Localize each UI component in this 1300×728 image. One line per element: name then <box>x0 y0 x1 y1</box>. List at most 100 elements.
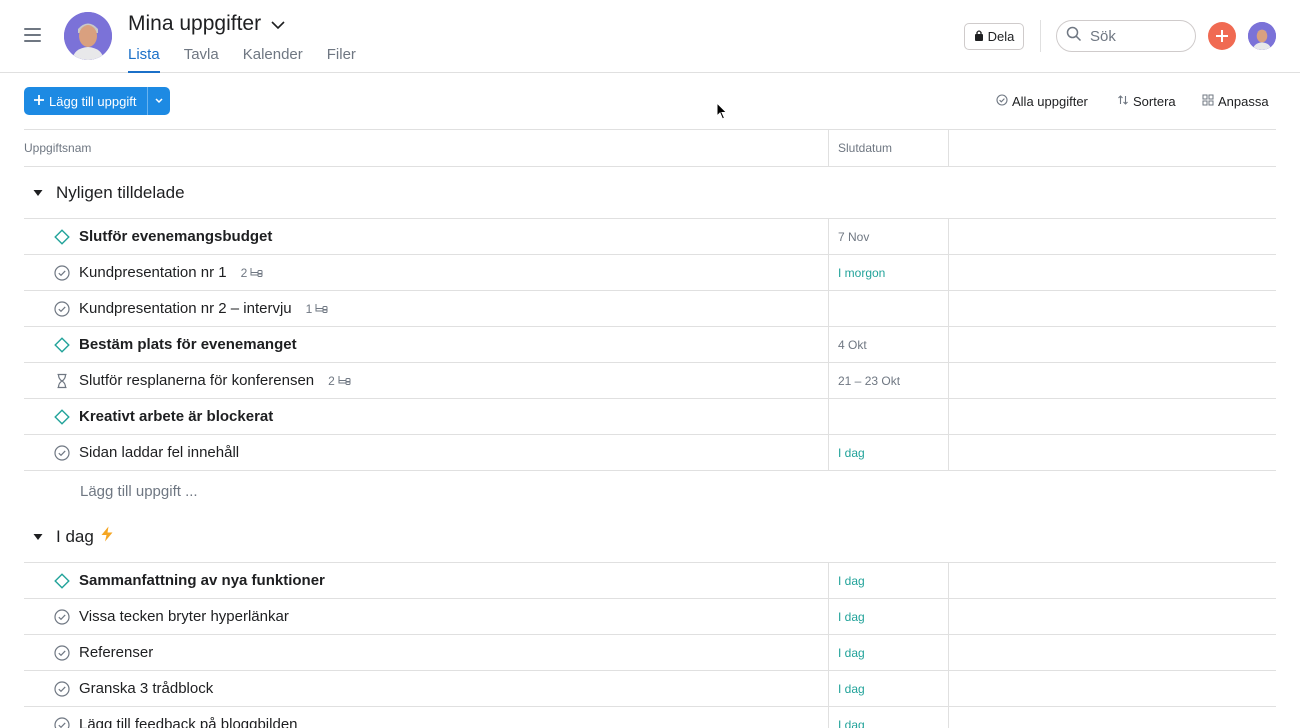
milestone-icon[interactable] <box>54 336 70 353</box>
customize-button[interactable]: Anpassa <box>1202 94 1269 109</box>
check-circle-icon[interactable] <box>54 644 70 661</box>
due-date-cell[interactable] <box>828 399 948 434</box>
task-row[interactable]: Bestäm plats för evenemanget 4 Okt <box>24 327 1276 363</box>
milestone-icon[interactable] <box>54 572 70 589</box>
due-date-cell[interactable]: I dag <box>828 599 948 634</box>
due-date-cell[interactable]: 21 – 23 Okt <box>828 363 948 398</box>
empty-cell <box>948 291 1276 326</box>
subtask-icon <box>250 266 263 280</box>
task-row[interactable]: Vissa tecken bryter hyperlänkar I dag <box>24 599 1276 635</box>
task-name[interactable]: Sidan laddar fel innehåll <box>79 444 239 461</box>
column-header-name[interactable]: Uppgiftsnam <box>24 130 828 166</box>
task-name-cell: Vissa tecken bryter hyperlänkar <box>24 599 828 634</box>
due-date-cell[interactable]: 7 Nov <box>828 219 948 254</box>
add-task-button-group: Lägg till uppgift <box>24 87 170 115</box>
search-box[interactable] <box>1056 20 1196 52</box>
share-button-label: Dela <box>987 29 1015 44</box>
task-name-cell: Slutför evenemangsbudget <box>24 219 828 254</box>
task-row[interactable]: Slutför evenemangsbudget 7 Nov <box>24 219 1276 255</box>
empty-cell <box>948 399 1276 434</box>
caret-down-icon[interactable] <box>24 179 52 207</box>
task-name-cell: Sammanfattning av nya funktioner <box>24 563 828 598</box>
task-name[interactable]: Lägg till feedback på bloggbilden <box>79 716 298 728</box>
task-row[interactable]: Sammanfattning av nya funktioner I dag <box>24 563 1276 599</box>
task-table: Uppgiftsnam Slutdatum Nyligen tilldelade… <box>24 129 1276 728</box>
filter-all-tasks-button[interactable]: Alla uppgifter <box>996 94 1088 109</box>
task-name[interactable]: Slutför resplanerna för konferensen <box>79 372 314 389</box>
empty-cell <box>948 219 1276 254</box>
check-circle-icon[interactable] <box>54 608 70 625</box>
lightning-icon <box>100 526 114 547</box>
due-date-cell[interactable]: I dag <box>828 635 948 670</box>
due-date-cell[interactable]: I dag <box>828 671 948 706</box>
sort-button[interactable]: Sortera <box>1117 94 1176 109</box>
empty-cell <box>948 435 1276 470</box>
task-name[interactable]: Sammanfattning av nya funktioner <box>79 572 325 589</box>
column-due-label: Slutdatum <box>838 141 893 155</box>
hamburger-menu-icon[interactable] <box>24 28 41 42</box>
check-circle-icon <box>996 94 1008 109</box>
subtask-count[interactable]: 1 <box>306 302 329 316</box>
add-task-inline[interactable]: Lägg till uppgift ... <box>24 471 1276 511</box>
task-row[interactable]: Lägg till feedback på bloggbilden I dag <box>24 707 1276 728</box>
quick-add-button[interactable] <box>1208 22 1236 50</box>
task-name[interactable]: Bestäm plats för evenemanget <box>79 336 297 353</box>
task-row[interactable]: Kundpresentation nr 2 – intervju 1 <box>24 291 1276 327</box>
column-name-label: Uppgiftsnam <box>24 141 92 155</box>
check-circle-icon[interactable] <box>54 300 70 317</box>
due-date-cell[interactable]: I morgon <box>828 255 948 290</box>
task-row[interactable]: Slutför resplanerna för konferensen 2 21 –… <box>24 363 1276 399</box>
task-row[interactable]: Granska 3 trådblock I dag <box>24 671 1276 707</box>
header-divider <box>1040 20 1041 52</box>
task-name[interactable]: Kreativt arbete är blockerat <box>79 408 273 425</box>
tab-kalender[interactable]: Kalender <box>243 46 303 73</box>
table-header: Uppgiftsnam Slutdatum <box>24 129 1276 167</box>
task-name[interactable]: Kundpresentation nr 2 – intervju <box>79 300 292 317</box>
due-date-cell[interactable]: I dag <box>828 563 948 598</box>
task-name[interactable]: Kundpresentation nr 1 <box>79 264 227 281</box>
task-row[interactable]: Kundpresentation nr 1 2 I morgon <box>24 255 1276 291</box>
milestone-icon[interactable] <box>54 408 70 425</box>
hourglass-icon[interactable] <box>54 373 70 389</box>
task-row[interactable]: Sidan laddar fel innehåll I dag <box>24 435 1276 471</box>
task-row[interactable]: Referenser I dag <box>24 635 1276 671</box>
due-date: I dag <box>838 717 865 728</box>
section-title[interactable]: Nyligen tilldelade <box>56 183 185 203</box>
user-avatar-large <box>64 12 112 60</box>
milestone-icon[interactable] <box>54 228 70 245</box>
empty-cell <box>948 363 1276 398</box>
subtask-count-value: 2 <box>240 265 248 280</box>
customize-label: Anpassa <box>1218 94 1269 109</box>
subtask-count-value: 1 <box>305 301 313 316</box>
search-input[interactable] <box>1090 27 1186 45</box>
tab-filer[interactable]: Filer <box>327 46 356 73</box>
column-header-due[interactable]: Slutdatum <box>828 130 948 166</box>
due-date-cell[interactable]: I dag <box>828 435 948 470</box>
check-circle-icon[interactable] <box>54 680 70 697</box>
check-circle-icon[interactable] <box>54 444 70 461</box>
add-task-button[interactable]: Lägg till uppgift <box>24 87 147 115</box>
subtask-count[interactable]: 2 <box>241 266 264 280</box>
add-task-dropdown[interactable] <box>147 87 170 115</box>
due-date: I dag <box>838 681 865 696</box>
section-title[interactable]: I dag <box>56 526 114 547</box>
subtask-icon <box>338 374 351 388</box>
chevron-down-icon[interactable] <box>270 18 286 32</box>
subtask-count[interactable]: 2 <box>328 374 351 388</box>
task-row[interactable]: Kreativt arbete är blockerat <box>24 399 1276 435</box>
caret-down-icon[interactable] <box>24 523 52 551</box>
task-name[interactable]: Slutför evenemangsbudget <box>79 228 272 245</box>
due-date-cell[interactable] <box>828 291 948 326</box>
check-circle-icon[interactable] <box>54 716 70 728</box>
empty-cell <box>948 671 1276 706</box>
due-date-cell[interactable]: 4 Okt <box>828 327 948 362</box>
task-name[interactable]: Granska 3 trådblock <box>79 680 213 697</box>
tab-lista[interactable]: Lista <box>128 46 160 73</box>
tab-tavla[interactable]: Tavla <box>184 46 219 73</box>
due-date-cell[interactable]: I dag <box>828 707 948 728</box>
check-circle-icon[interactable] <box>54 264 70 281</box>
task-name[interactable]: Vissa tecken bryter hyperlänkar <box>79 608 289 625</box>
user-avatar[interactable] <box>1248 22 1276 50</box>
task-name[interactable]: Referenser <box>79 644 153 661</box>
share-button[interactable]: Dela <box>964 23 1024 50</box>
